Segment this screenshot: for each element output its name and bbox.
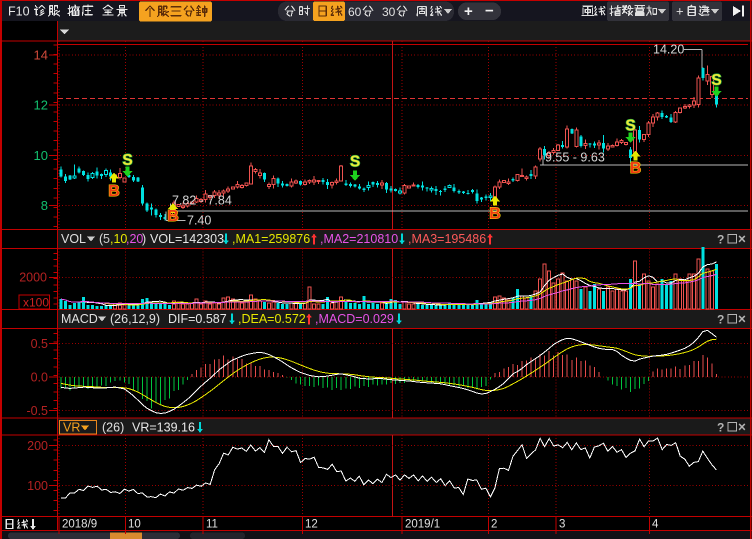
svg-text:14: 14 [34,48,48,63]
svg-text:+: + [464,3,473,20]
svg-text:+: + [676,4,684,19]
svg-text:12: 12 [34,98,48,113]
svg-text:7.82 - 7.84: 7.82 - 7.84 [172,194,232,208]
svg-text:S: S [350,154,360,171]
svg-text:,DEA=0.572: ,DEA=0.572 [238,312,306,326]
svg-text:,MA3=195486: ,MA3=195486 [408,232,486,246]
svg-text:DIF=0.587: DIF=0.587 [168,312,227,326]
svg-text:60: 60 [348,5,362,19]
svg-text:S: S [122,152,132,169]
svg-text:5: 5 [103,232,110,246]
svg-text:,MA1=259876: ,MA1=259876 [232,232,310,246]
svg-text:0.0: 0.0 [31,371,48,385]
svg-text:,MA2=210810: ,MA2=210810 [320,232,398,246]
svg-text:,20: ,20 [126,232,143,246]
svg-text:4: 4 [652,519,659,531]
svg-text:8: 8 [41,198,48,213]
svg-text:10: 10 [34,148,48,163]
svg-text:VOL=142303: VOL=142303 [150,232,224,246]
svg-text:B: B [167,208,179,225]
svg-text:10: 10 [128,519,141,531]
svg-text:×: × [738,420,746,435]
svg-text:?: ? [717,233,724,247]
svg-text:−: − [485,3,494,20]
svg-text:): ) [142,232,146,246]
svg-text:,MACD=0.029: ,MACD=0.029 [315,312,394,326]
svg-text:B: B [108,183,120,200]
svg-text:11: 11 [206,519,218,531]
svg-text:VR=139.16: VR=139.16 [132,421,195,435]
svg-text:12: 12 [305,519,318,531]
svg-text:-0.5: -0.5 [26,404,48,418]
svg-text:x100: x100 [23,296,49,310]
svg-text:9.55 - 9.63: 9.55 - 9.63 [545,151,605,165]
svg-text:14.20: 14.20 [653,43,684,57]
svg-text:7.40: 7.40 [187,214,211,228]
svg-text:MACD: MACD [61,312,98,326]
svg-text:?: ? [717,421,724,435]
svg-text:VR: VR [63,421,80,435]
svg-text:2000: 2000 [19,271,47,285]
svg-text:S: S [625,118,635,135]
svg-text:0.5: 0.5 [31,337,48,351]
svg-text:S: S [711,72,721,89]
svg-text:B: B [630,160,642,177]
svg-text:×: × [738,312,746,327]
svg-text:?: ? [717,313,724,327]
svg-text:2018/9: 2018/9 [62,519,97,531]
svg-text:2: 2 [491,519,497,531]
svg-text:×: × [738,232,746,247]
svg-text:(26,12,9): (26,12,9) [110,312,160,326]
svg-text:B: B [489,206,501,223]
svg-text:VOL: VOL [61,232,86,246]
svg-text:100: 100 [27,479,48,493]
svg-text:(26): (26) [102,421,124,435]
svg-text:,10: ,10 [110,232,127,246]
svg-text:30: 30 [382,5,396,19]
svg-text:200: 200 [27,439,48,453]
svg-text:3: 3 [559,519,565,531]
svg-text:F10: F10 [8,5,30,19]
svg-text:2019/1: 2019/1 [405,519,440,531]
